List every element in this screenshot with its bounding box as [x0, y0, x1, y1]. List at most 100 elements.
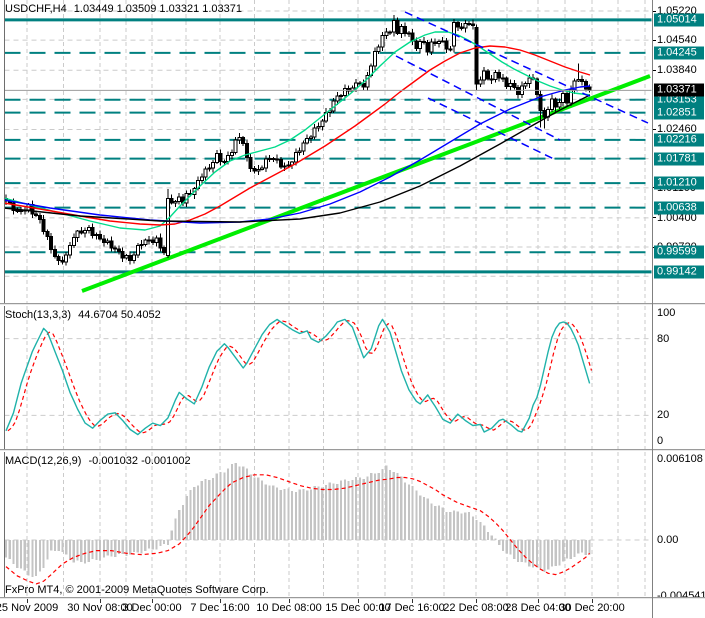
candle-body	[267, 158, 272, 161]
candle-body	[15, 209, 20, 212]
macd-histogram-bar	[396, 472, 399, 540]
macd-histogram-bar	[475, 520, 478, 540]
candle-body	[459, 26, 464, 29]
stochastic-values: 44.6704 50.4052	[78, 309, 161, 321]
macd-histogram-bar	[513, 540, 516, 559]
candle-body	[226, 155, 231, 162]
candle-body	[203, 168, 208, 178]
candle-body	[135, 245, 140, 256]
candle-body	[297, 150, 302, 154]
time-axis-label: 7 Dec 16:00	[190, 602, 250, 614]
macd-histogram-bar	[437, 505, 441, 540]
time-axis-label: 22 Dec 08:00	[443, 602, 509, 614]
macd-histogram-bar	[321, 487, 324, 540]
candle-body	[463, 22, 468, 29]
macd-histogram-bar	[106, 540, 109, 556]
macd-histogram-bar	[4, 540, 8, 558]
candle-body	[316, 125, 321, 129]
panel-separator-highlight	[0, 450, 705, 451]
macd-histogram-bar	[65, 540, 68, 555]
candle-body	[256, 168, 261, 172]
main-chart-canvas[interactable]	[0, 0, 652, 303]
macd-histogram-bar	[498, 540, 501, 545]
candle-body	[339, 94, 344, 97]
platform-copyright: FxPro MT4, © 2001-2009 MetaQuotes Softwa…	[5, 584, 269, 596]
candle-body	[101, 238, 106, 243]
grid-layer	[4, 0, 652, 303]
macd-histogram-bar	[238, 466, 241, 540]
macd-histogram-bar	[230, 463, 233, 540]
candle-body	[384, 31, 389, 37]
macd-histogram-bar	[580, 540, 584, 553]
candle-body	[414, 40, 419, 50]
macd-histogram-bar	[264, 484, 267, 540]
candle-body	[388, 31, 392, 34]
candle-body	[516, 86, 520, 96]
macd-histogram-bar	[565, 540, 569, 559]
candle-body	[109, 240, 114, 249]
stochastic-title: Stoch(13,3,3) 44.6704 50.4052	[5, 309, 165, 321]
macd-histogram-bar	[332, 483, 335, 540]
macd-histogram-bar	[468, 511, 471, 540]
candle-body	[286, 164, 291, 167]
macd-histogram-bar	[404, 482, 407, 540]
main-chart-title: USDCHF,H4 1.03449 1.03509 1.03321 1.0337…	[5, 3, 246, 15]
macd-histogram-bar	[554, 540, 557, 566]
panel-separator-highlight	[0, 304, 705, 305]
candle-body	[211, 162, 216, 169]
candle-body	[433, 41, 438, 44]
macd-histogram-bar	[547, 540, 550, 570]
axis-border	[652, 0, 653, 618]
macd-histogram-bar	[151, 540, 154, 550]
price-level-badge: 1.00638	[654, 201, 704, 215]
candle-body	[580, 78, 584, 83]
macd-histogram-bar	[535, 540, 538, 567]
macd-histogram-bar	[163, 540, 166, 545]
macd-histogram-bar	[208, 479, 211, 540]
macd-histogram-bar	[42, 540, 45, 569]
candle-body	[222, 160, 227, 163]
macd-histogram-bar	[494, 538, 497, 540]
candle-body	[455, 22, 460, 28]
candle-body	[278, 159, 283, 168]
macd-histogram-bar	[445, 512, 448, 540]
macd-histogram-bar	[257, 477, 260, 540]
macd-histogram-bar	[159, 540, 162, 546]
candle-body	[237, 136, 242, 141]
macd-histogram-bar	[419, 495, 422, 540]
candle-body	[587, 86, 592, 91]
current-price-badge: 1.03371	[654, 83, 704, 97]
stoch-axis-label: 80	[657, 332, 670, 345]
price-axis-label: 1.04540	[657, 34, 697, 47]
candle-body	[440, 40, 445, 43]
candle-body	[309, 136, 313, 140]
stochastic-canvas[interactable]	[0, 306, 652, 449]
macd-histogram-bar	[358, 477, 361, 540]
macd-histogram-bar	[388, 469, 392, 540]
price-level-badge: 1.02216	[654, 133, 704, 147]
macd-histogram-bar	[430, 503, 433, 540]
candle-body	[143, 239, 148, 245]
macd-histogram-bar	[276, 487, 279, 540]
macd-canvas[interactable]	[0, 452, 652, 597]
candle-body	[482, 70, 487, 81]
macd-histogram-bar	[80, 540, 83, 562]
macd-histogram-bar	[27, 540, 30, 576]
candle-body	[260, 167, 264, 170]
macd-histogram-bar	[72, 540, 75, 563]
candle-body	[271, 158, 276, 161]
candle-body	[79, 230, 84, 234]
candle-body	[395, 20, 400, 35]
macd-histogram-bar	[215, 473, 218, 540]
candle-body	[342, 88, 347, 96]
macd-histogram-bar	[114, 540, 117, 557]
candle-body	[421, 41, 426, 43]
candle-body	[169, 198, 174, 204]
macd-histogram-bar	[584, 540, 587, 555]
macd-histogram-bar	[76, 540, 79, 561]
candle-body	[282, 165, 287, 168]
macd-histogram-bar	[426, 498, 429, 540]
candle-body	[557, 102, 562, 108]
macd-histogram-bar	[166, 540, 169, 546]
candle-body	[71, 237, 76, 246]
